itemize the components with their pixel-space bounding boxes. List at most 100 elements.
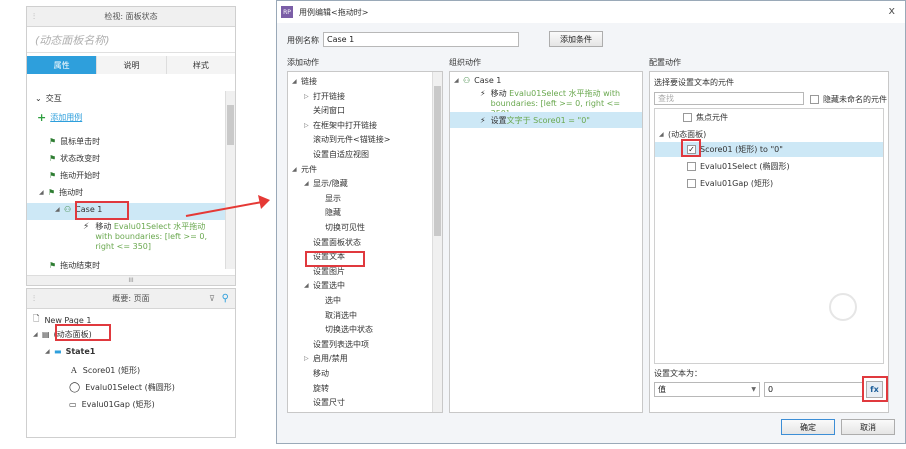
grip-icon[interactable]: ⫶: [33, 294, 35, 304]
action-tree-item[interactable]: 切换选中状态: [316, 324, 373, 335]
scroll-thumb[interactable]: [434, 86, 441, 236]
action-tree-item[interactable]: ▷ 打开链接: [304, 91, 345, 102]
action-tree-item[interactable]: ◢ 设置选中: [304, 280, 345, 291]
score01-checkbox-highlight-box: [681, 139, 701, 157]
action-tree-label: 取消选中: [325, 310, 357, 320]
event-item[interactable]: ⚑ 拖动开始时: [49, 170, 100, 181]
inspector-vscrollbar[interactable]: [225, 91, 235, 269]
action-tree-item[interactable]: ◢ 链接: [292, 76, 317, 87]
app-icon: RP: [281, 6, 293, 18]
action-tree-label: 设置面板状态: [313, 237, 361, 247]
action-tree-item[interactable]: 关闭窗口: [304, 105, 345, 116]
event-item[interactable]: ⚑ 状态改变时: [49, 153, 100, 164]
action-tree-label: 关闭窗口: [313, 106, 345, 116]
action-tree-item[interactable]: 旋转: [304, 383, 329, 394]
scroll-thumb[interactable]: [227, 105, 234, 145]
action-tree-item[interactable]: ◢ 元件: [292, 164, 317, 175]
page-icon: 🗋: [33, 314, 40, 323]
event-flag-icon: ⚑: [49, 154, 57, 163]
grip-icon[interactable]: ⫶: [33, 12, 35, 22]
action-tree-item[interactable]: 切换可见性: [316, 222, 365, 233]
close-icon[interactable]: x: [888, 4, 895, 17]
action-tree-item[interactable]: 移动: [304, 368, 329, 379]
org-case-item[interactable]: ◢ ⚇ Case 1: [454, 76, 501, 85]
state-name-field[interactable]: (动态面板名称): [27, 27, 235, 53]
tab-properties[interactable]: 属性: [27, 56, 97, 74]
add-condition-button[interactable]: 添加条件: [549, 31, 603, 47]
action-tree-item[interactable]: 设置列表选中项: [304, 339, 369, 350]
action-tree-item[interactable]: 设置面板状态: [304, 237, 361, 248]
value-input[interactable]: 0: [764, 382, 864, 397]
actions-scrollbar[interactable]: [432, 72, 442, 412]
tab-notes[interactable]: 说明: [96, 56, 166, 74]
search-icon[interactable]: ⚲: [222, 293, 229, 304]
fx-highlight-box: [862, 376, 888, 402]
action-tree-item[interactable]: 隐藏: [316, 207, 341, 218]
outline-widget-item[interactable]: ◯ Evalu01Select (椭圆形): [69, 382, 175, 393]
add-actions-header: 添加动作: [287, 58, 319, 67]
outline-widget-item[interactable]: ▭ Evalu01Gap (矩形): [69, 399, 155, 410]
case-name-input[interactable]: Case 1: [323, 32, 519, 47]
action-tree-item[interactable]: 显示: [316, 193, 341, 204]
action-tree-label: 隐藏: [325, 208, 341, 218]
action-tree-label: 链接: [301, 77, 317, 86]
section-interaction[interactable]: ⌄ 交互: [35, 93, 62, 104]
focus-widget-item[interactable]: 焦点元件: [683, 112, 728, 123]
expanded-triangle-icon[interactable]: ◢: [292, 78, 301, 85]
expand-triangle-icon[interactable]: ◢: [33, 331, 42, 338]
collapsed-triangle-icon[interactable]: ▷: [304, 122, 313, 129]
tab-label: 属性: [53, 60, 70, 70]
panel-icon: ▤: [42, 330, 50, 339]
checkbox[interactable]: [687, 179, 696, 188]
action-tree-item[interactable]: 设置图片: [304, 266, 345, 277]
action-tree-item[interactable]: 滚动到元件<锚链接>: [304, 134, 390, 145]
empty-state-icon: [829, 293, 857, 321]
widget-search-input[interactable]: 查找: [654, 92, 804, 105]
hide-unnamed-checkbox[interactable]: 隐藏未命名的元件: [810, 94, 887, 105]
checkbox[interactable]: [687, 162, 696, 171]
add-case-link[interactable]: + 添加用例: [37, 111, 82, 124]
action-tree-item[interactable]: ▷ 启用/禁用: [304, 353, 348, 364]
action-tree-label: 显示: [325, 193, 341, 203]
state-item[interactable]: ◢ ▬ State1: [45, 347, 95, 356]
action-tree-item[interactable]: ◢ 显示/隐藏: [304, 178, 348, 189]
widget-item[interactable]: Evalu01Select (椭圆形): [687, 161, 790, 172]
ok-button[interactable]: 确定: [781, 419, 835, 435]
widget-item[interactable]: Evalu01Gap (矩形): [687, 178, 773, 189]
event-item[interactable]: ⚑ 鼠标单击时: [49, 136, 100, 147]
action-tree-item[interactable]: 选中: [316, 295, 341, 306]
plus-icon: +: [37, 111, 47, 124]
expand-triangle-icon[interactable]: ◢: [55, 206, 64, 213]
event-item[interactable]: ⚑ 拖动结束时: [49, 260, 100, 271]
outline-widget-item[interactable]: A Score01 (矩形): [71, 365, 140, 376]
action-tree-item[interactable]: ▷ 在框架中打开链接: [304, 120, 377, 131]
widget-tree-scrollbar[interactable]: [829, 259, 883, 363]
collapsed-triangle-icon[interactable]: ▷: [304, 93, 313, 100]
expand-triangle-icon[interactable]: ◢: [659, 131, 668, 138]
expand-triangle-icon[interactable]: ◢: [39, 189, 48, 196]
expand-triangle-icon[interactable]: ◢: [45, 348, 54, 355]
action-tree-item[interactable]: 取消选中: [316, 310, 357, 321]
action-tree-item[interactable]: 设置自适应视图: [304, 149, 369, 160]
lightning-icon: ⚡: [480, 89, 486, 98]
tab-style[interactable]: 样式: [165, 56, 236, 74]
inspector-panel: ⫶ 检视: 面板状态 (动态面板名称) 属性 说明 样式 ⌄ 交互 + 添加用例 ⚑…: [26, 6, 236, 286]
ellipse-icon: ◯: [69, 382, 81, 393]
expanded-triangle-icon[interactable]: ◢: [304, 282, 313, 289]
expanded-triangle-icon[interactable]: ◢: [292, 166, 301, 173]
inspector-hscrollbar[interactable]: III: [27, 275, 235, 285]
org-action-item[interactable]: ⚡ 设置 文字于 Score01 = "0": [480, 115, 590, 126]
checkbox[interactable]: [810, 95, 819, 104]
expand-triangle-icon[interactable]: ◢: [454, 77, 463, 84]
checkbox[interactable]: [683, 113, 692, 122]
filter-icon[interactable]: ⊽: [209, 294, 215, 303]
value-type-select[interactable]: 值 ▼: [654, 382, 760, 397]
expanded-triangle-icon[interactable]: ◢: [304, 180, 313, 187]
action-tree-item[interactable]: 设置尺寸: [304, 397, 345, 408]
widget-tree: 焦点元件 ◢ (动态面板) ✓ Score01 (矩形) to "0" Evalu0…: [654, 108, 884, 364]
cancel-button[interactable]: 取消: [841, 419, 895, 435]
event-flag-icon: ⚑: [49, 261, 57, 270]
event-item[interactable]: ◢ ⚑ 拖动时: [39, 187, 83, 198]
widget-item-score01[interactable]: ✓ Score01 (矩形) to "0": [687, 144, 783, 155]
collapsed-triangle-icon[interactable]: ▷: [304, 355, 313, 362]
